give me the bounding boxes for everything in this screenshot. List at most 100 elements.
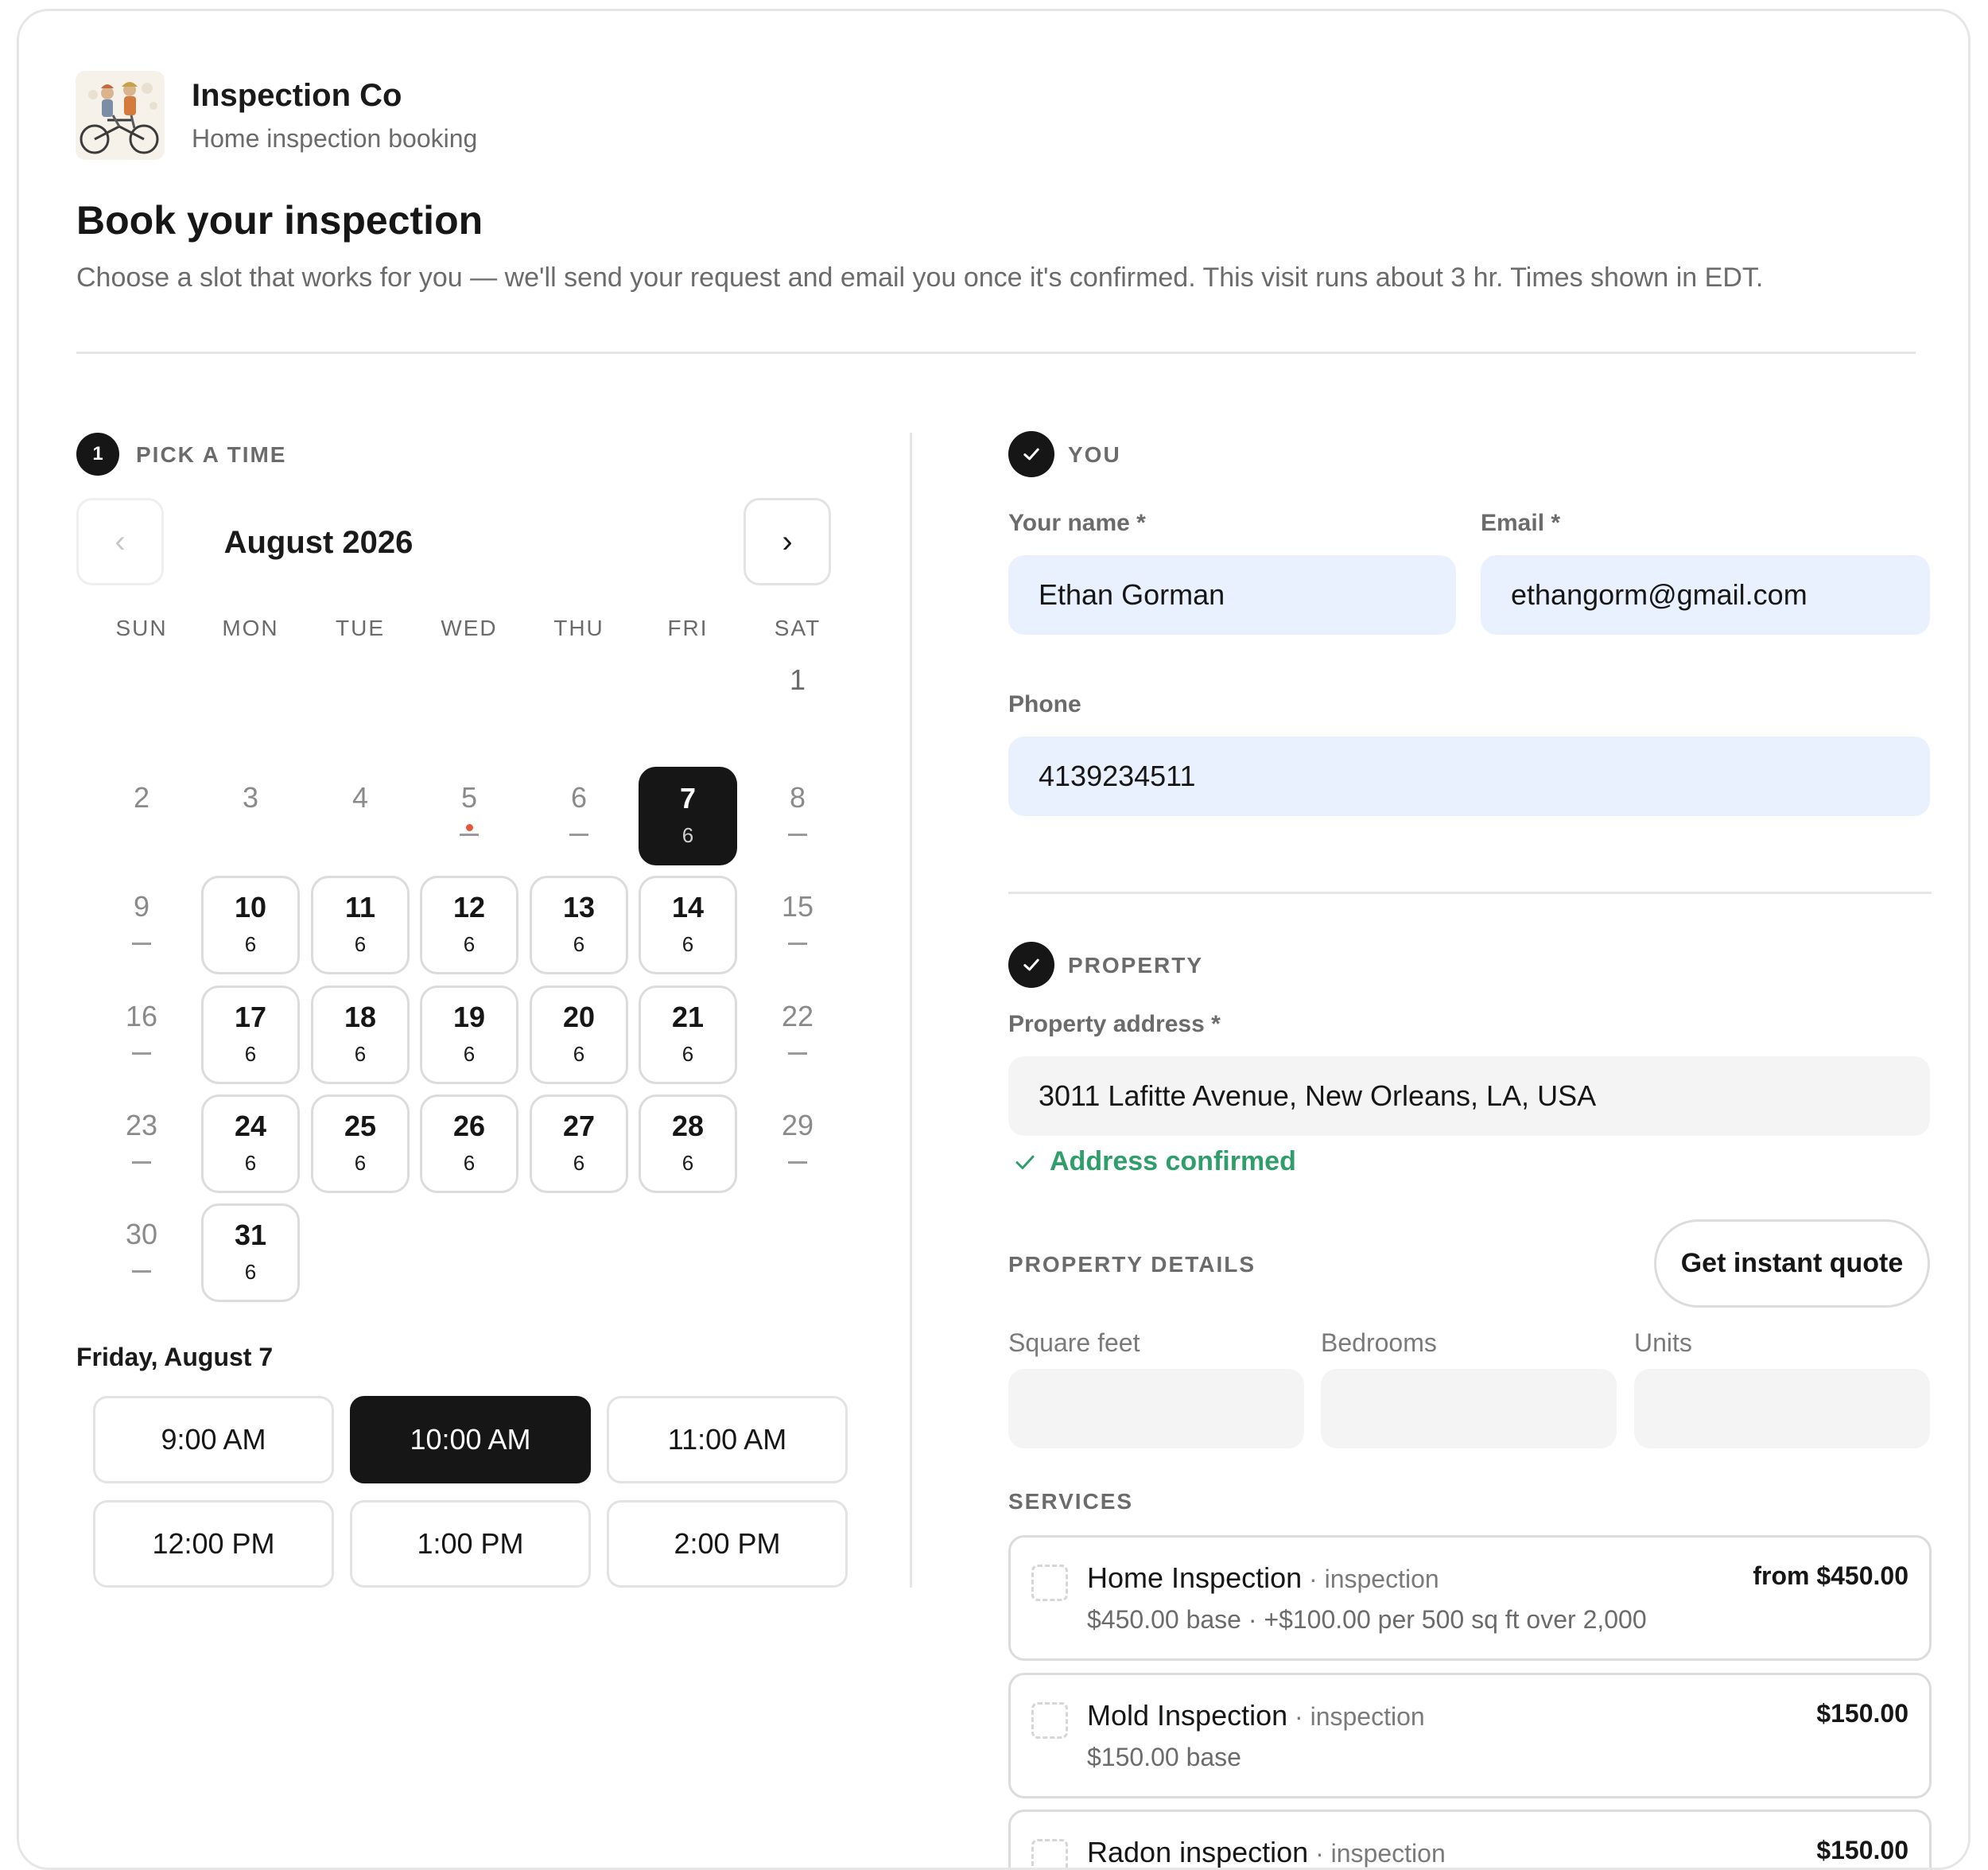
- calendar-day: 6: [530, 767, 628, 865]
- services-label: SERVICES: [1008, 1489, 1134, 1514]
- square-feet-input[interactable]: [1008, 1369, 1304, 1448]
- day-number: 7: [679, 782, 697, 814]
- calendar-day[interactable]: 24 6: [201, 1094, 300, 1193]
- service-price: $150.00: [1816, 1699, 1908, 1728]
- day-slot-count: 6: [573, 932, 585, 956]
- day-number: 14: [671, 891, 705, 923]
- get-instant-quote-button[interactable]: Get instant quote: [1654, 1219, 1930, 1308]
- day-slot-count: 6: [681, 823, 694, 847]
- brand-logo: [76, 71, 165, 160]
- day-number: 29: [781, 1109, 814, 1141]
- service-option[interactable]: Radon inspection · inspection $150.00: [1008, 1810, 1932, 1868]
- property-details-label: PROPERTY DETAILS: [1008, 1252, 1256, 1277]
- time-slot-button[interactable]: 11:00 AM: [607, 1396, 848, 1483]
- selected-date-heading: Friday, August 7: [76, 1343, 274, 1371]
- email-input[interactable]: ethangorm@gmail.com: [1481, 555, 1930, 635]
- calendar-day: 5: [420, 767, 518, 865]
- day-number: 16: [125, 1000, 158, 1032]
- units-input[interactable]: [1634, 1369, 1930, 1448]
- calendar-day: 9: [92, 876, 191, 974]
- day-number: 31: [234, 1219, 267, 1251]
- phone-label: Phone: [1008, 691, 1081, 717]
- calendar-day[interactable]: 14 6: [639, 876, 737, 974]
- header-divider: [76, 352, 1916, 354]
- day-slot-count: 6: [463, 932, 476, 956]
- address-input[interactable]: 3011 Lafitte Avenue, New Orleans, LA, US…: [1008, 1056, 1930, 1136]
- service-checkbox[interactable]: [1031, 1839, 1068, 1868]
- prev-month-button[interactable]: ‹: [76, 498, 164, 585]
- service-name-row: Radon inspection · inspection: [1087, 1836, 1446, 1868]
- day-number: 8: [789, 781, 806, 814]
- phone-input[interactable]: 4139234511: [1008, 737, 1930, 816]
- no-slots-dash: [788, 1052, 807, 1055]
- day-slot-count: 6: [244, 1151, 257, 1175]
- calendar-day: 3: [201, 767, 300, 865]
- calendar-day[interactable]: 20 6: [530, 986, 628, 1084]
- next-month-button[interactable]: ›: [744, 498, 831, 585]
- service-name-row: Home Inspection · inspection: [1087, 1561, 1439, 1595]
- day-number: 26: [452, 1110, 486, 1142]
- day-slot-count: 6: [244, 1260, 257, 1284]
- day-number: 24: [234, 1110, 267, 1142]
- day-number: 20: [562, 1001, 596, 1033]
- you-check-badge: [1008, 431, 1054, 477]
- calendar-day: 16: [92, 986, 191, 1084]
- day-number: 9: [133, 890, 150, 923]
- service-option[interactable]: Home Inspection · inspection $450.00 base…: [1008, 1535, 1932, 1661]
- day-slot-count: 6: [573, 1151, 585, 1175]
- bedrooms-input[interactable]: [1321, 1369, 1617, 1448]
- name-input[interactable]: Ethan Gorman: [1008, 555, 1456, 635]
- day-number: 25: [344, 1110, 377, 1142]
- calendar-day[interactable]: 26 6: [420, 1094, 518, 1193]
- pick-time-label: PICK A TIME: [136, 442, 287, 467]
- calendar-day[interactable]: 25 6: [311, 1094, 410, 1193]
- no-slots-dash: [132, 1270, 151, 1273]
- weekday-label: THU: [553, 616, 604, 640]
- calendar-day: 8: [748, 767, 847, 865]
- calendar-day: 4: [311, 767, 410, 865]
- step-1-badge: 1: [76, 433, 119, 476]
- day-number: 30: [125, 1218, 158, 1250]
- time-slot-button[interactable]: 10:00 AM: [350, 1396, 591, 1483]
- calendar-day[interactable]: 13 6: [530, 876, 628, 974]
- calendar-day[interactable]: 31 6: [201, 1203, 300, 1302]
- calendar-day[interactable]: 28 6: [639, 1094, 737, 1193]
- weekday-label: MON: [222, 616, 279, 640]
- calendar-day: 29: [748, 1094, 847, 1193]
- weekday-label: SUN: [115, 616, 168, 640]
- calendar-day[interactable]: 27 6: [530, 1094, 628, 1193]
- day-number: 23: [125, 1109, 158, 1141]
- no-slots-dash: [132, 943, 151, 945]
- time-slot-button[interactable]: 9:00 AM: [93, 1396, 334, 1483]
- calendar-day[interactable]: 11 6: [311, 876, 410, 974]
- calendar-day[interactable]: 21 6: [639, 986, 737, 1084]
- calendar-day[interactable]: 12 6: [420, 876, 518, 974]
- calendar-day[interactable]: 19 6: [420, 986, 518, 1084]
- time-slot-button[interactable]: 12:00 PM: [93, 1500, 334, 1588]
- day-number: 27: [562, 1110, 596, 1142]
- day-slot-count: 6: [681, 932, 694, 956]
- calendar-day: 1: [748, 663, 847, 762]
- weekday-label: SAT: [774, 616, 821, 640]
- chevron-left-icon: ‹: [115, 523, 126, 559]
- calendar-day[interactable]: 17 6: [201, 986, 300, 1084]
- address-confirmed-text: Address confirmed: [1050, 1146, 1296, 1176]
- check-icon: [1015, 1155, 1035, 1169]
- service-price: from $450.00: [1753, 1561, 1908, 1590]
- service-checkbox[interactable]: [1031, 1565, 1068, 1601]
- calendar-day[interactable]: 76: [639, 767, 737, 865]
- day-slot-count: 6: [463, 1151, 476, 1175]
- weekday-label: TUE: [336, 616, 385, 640]
- no-slots-dash: [132, 1161, 151, 1164]
- day-slot-count: 6: [244, 1042, 257, 1066]
- time-slot-button[interactable]: 1:00 PM: [350, 1500, 591, 1588]
- calendar-day[interactable]: 18 6: [311, 986, 410, 1084]
- time-slot-button[interactable]: 2:00 PM: [607, 1500, 848, 1588]
- calendar-day[interactable]: 10 6: [201, 876, 300, 974]
- service-option[interactable]: Mold Inspection · inspection $150.00 base…: [1008, 1673, 1932, 1798]
- weekday-label: FRI: [667, 616, 709, 640]
- service-checkbox[interactable]: [1031, 1702, 1068, 1739]
- day-number: 12: [452, 891, 486, 923]
- service-name: Home Inspection: [1087, 1561, 1303, 1594]
- day-number: 13: [562, 891, 596, 923]
